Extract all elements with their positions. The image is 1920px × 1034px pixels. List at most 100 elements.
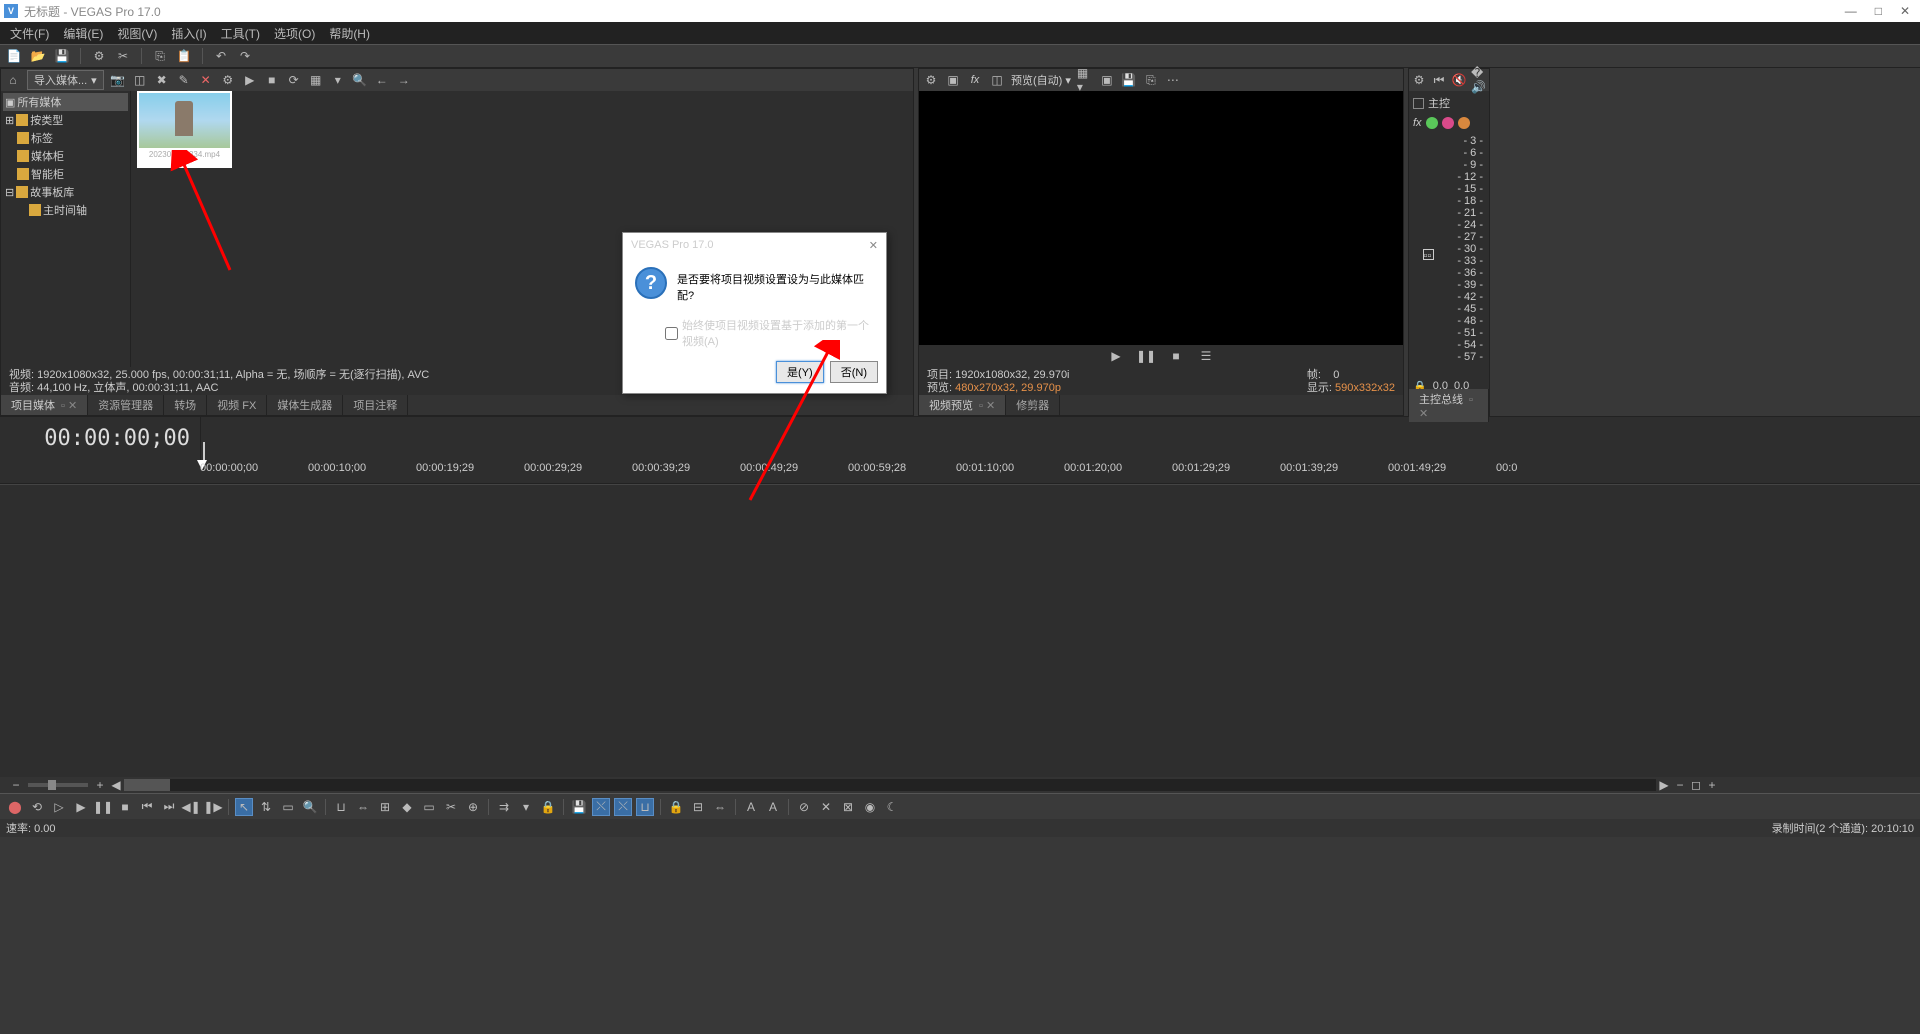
scroll-left-icon[interactable]: ◀ — [108, 777, 124, 793]
preview-menu-icon[interactable]: ☰ — [1198, 348, 1214, 364]
minimize-button[interactable]: — — [1845, 4, 1857, 18]
mute-all-icon[interactable]: ✕ — [817, 798, 835, 816]
master-dim-icon[interactable]: �🔊 — [1471, 72, 1487, 88]
preview-overlay-icon[interactable]: ▣ — [1099, 72, 1115, 88]
auto-ripple-icon[interactable]: ⇉ — [495, 798, 513, 816]
color-b-icon[interactable]: A — [764, 798, 782, 816]
tab-explorer[interactable]: 资源管理器 — [88, 395, 164, 415]
master-fx-icon[interactable]: fx — [1413, 117, 1422, 129]
solo-icon[interactable]: ◉ — [861, 798, 879, 816]
tree-storyboard[interactable]: ⊟故事板库 — [3, 183, 128, 201]
menu-help[interactable]: 帮助(H) — [323, 23, 376, 44]
capture-icon[interactable]: 📷 — [110, 72, 126, 88]
preview-settings-icon[interactable]: ⚙ — [923, 72, 939, 88]
get-media-icon[interactable]: ◫ — [132, 72, 148, 88]
preview-copy-icon[interactable]: ⎘ — [1143, 72, 1159, 88]
tab-video-preview[interactable]: 视频预览▫ ✕ — [919, 395, 1006, 415]
menu-file[interactable]: 文件(F) — [4, 23, 55, 44]
menu-edit[interactable]: 编辑(E) — [57, 23, 109, 44]
meter-link-icon[interactable]: ▫▫ — [1423, 249, 1434, 260]
tab-close-icon[interactable]: ▫ ✕ — [61, 400, 77, 412]
snap-offset-icon[interactable]: ⇔ — [354, 798, 372, 816]
stop-icon[interactable]: ■ — [116, 798, 134, 816]
tree-by-type[interactable]: ⊞按类型 — [3, 111, 128, 129]
close-button[interactable]: ✕ — [1900, 4, 1910, 18]
master-skip-start-icon[interactable]: ⏮ — [1431, 72, 1447, 88]
tree-bins[interactable]: 媒体柜 — [3, 147, 128, 165]
master-fx-dot1[interactable] — [1426, 117, 1438, 129]
normal-edit-icon[interactable]: ↖ — [235, 798, 253, 816]
yes-button[interactable]: 是(Y) — [776, 361, 824, 383]
timecode-display[interactable]: 00:00:00;00 — [0, 426, 200, 451]
h-scrollbar[interactable] — [124, 779, 1656, 791]
maximize-button[interactable]: □ — [1875, 4, 1882, 18]
prev-frame-icon[interactable]: ◀❚ — [182, 798, 200, 816]
auto-crossfade-icon[interactable]: ⤬ — [614, 798, 632, 816]
tree-all-media[interactable]: ▣所有媒体 — [3, 93, 128, 111]
save-icon[interactable]: 💾 — [54, 48, 70, 64]
master-fx-dot2[interactable] — [1442, 117, 1454, 129]
preview-pause-icon[interactable]: ❚❚ — [1138, 348, 1154, 364]
lock-env-icon[interactable]: 🔒 — [539, 798, 557, 816]
stop-media-icon[interactable]: ■ — [264, 72, 280, 88]
zoom-out-h-icon[interactable]: − — [8, 777, 24, 793]
tab-close-icon[interactable]: ▫ ✕ — [979, 400, 995, 412]
snap-icon[interactable]: ⊔ — [332, 798, 350, 816]
timeline-tracks[interactable] — [0, 484, 1920, 777]
paste-icon[interactable]: 📋 — [176, 48, 192, 64]
media-thumbnail[interactable]: 202307061334.mp4 — [137, 91, 232, 168]
master-fx-dot3[interactable] — [1458, 117, 1470, 129]
play-start-icon[interactable]: ▷ — [50, 798, 68, 816]
menu-tools[interactable]: 工具(T) — [215, 23, 266, 44]
media-fx-icon[interactable]: ✕ — [198, 72, 214, 88]
copy-icon[interactable]: ⎘ — [152, 48, 168, 64]
media-settings-icon[interactable]: ⚙ — [220, 72, 236, 88]
zoom-slider-h[interactable] — [28, 783, 88, 787]
zoom-time-out-icon[interactable]: − — [1672, 777, 1688, 793]
master-expand-icon[interactable] — [1413, 98, 1424, 109]
split-icon[interactable]: ✂ — [442, 798, 460, 816]
scroll-right-icon[interactable]: ▶ — [1656, 777, 1672, 793]
autosave-icon[interactable]: 💾 — [570, 798, 588, 816]
go-end-icon[interactable]: ⏭ — [160, 798, 178, 816]
zoom-time-in-icon[interactable]: + — [1704, 777, 1720, 793]
event-move-icon[interactable]: ⇔ — [711, 798, 729, 816]
mute-video-icon[interactable]: ⊠ — [839, 798, 857, 816]
zoom-time-box-icon[interactable]: ◻ — [1688, 777, 1704, 793]
preview-play-icon[interactable]: ▶ — [1108, 348, 1124, 364]
bypass-fx-icon[interactable]: ⊘ — [795, 798, 813, 816]
preview-stop-icon[interactable]: ■ — [1168, 348, 1184, 364]
select-edit-icon[interactable]: ▭ — [279, 798, 297, 816]
marker-icon[interactable]: ◆ — [398, 798, 416, 816]
tab-transitions[interactable]: 转场 — [164, 395, 207, 415]
next-frame-icon[interactable]: ❚▶ — [204, 798, 222, 816]
master-settings-icon[interactable]: ⚙ — [1411, 72, 1427, 88]
record-icon[interactable]: ⬤ — [6, 798, 24, 816]
pause-icon[interactable]: ❚❚ — [94, 798, 112, 816]
master-mute-icon[interactable]: 🔇 — [1451, 72, 1467, 88]
timeline-ruler[interactable]: 00:00:00;0000:00:10;0000:00:19;2900:00:2… — [0, 460, 1920, 484]
menu-options[interactable]: 选项(O) — [268, 23, 321, 44]
preview-save-icon[interactable]: 💾 — [1121, 72, 1137, 88]
tree-main-timeline[interactable]: 主时间轴 — [3, 201, 128, 219]
preview-split-icon[interactable]: ◫ — [989, 72, 1005, 88]
dim-icon[interactable]: ☾ — [883, 798, 901, 816]
heal-icon[interactable]: ⊕ — [464, 798, 482, 816]
tab-trimmer[interactable]: 修剪器 — [1006, 395, 1060, 415]
ignore-group-icon[interactable]: ⊟ — [689, 798, 707, 816]
media-refresh-icon[interactable]: ⟳ — [286, 72, 302, 88]
dialog-close-icon[interactable]: ✕ — [869, 239, 878, 252]
media-search-icon[interactable]: 🔍 — [352, 72, 368, 88]
tab-project-media[interactable]: 项目媒体▫ ✕ — [1, 395, 88, 415]
crossfade-icon[interactable]: ⤬ — [592, 798, 610, 816]
import-media-button[interactable]: 导入媒体... ▾ — [27, 70, 104, 90]
menu-insert[interactable]: 插入(I) — [165, 23, 212, 44]
preview-quality-dropdown[interactable]: 预览(自动) ▾ — [1011, 72, 1071, 88]
cut-icon[interactable]: ✂ — [115, 48, 131, 64]
tree-smart-bins[interactable]: 智能柜 — [3, 165, 128, 183]
media-home-icon[interactable]: ⌂ — [5, 72, 21, 88]
remove-icon[interactable]: ✖ — [154, 72, 170, 88]
zoom-edit-icon[interactable]: 🔍 — [301, 798, 319, 816]
media-fwd-icon[interactable]: → — [396, 72, 412, 88]
color-a-icon[interactable]: A — [742, 798, 760, 816]
